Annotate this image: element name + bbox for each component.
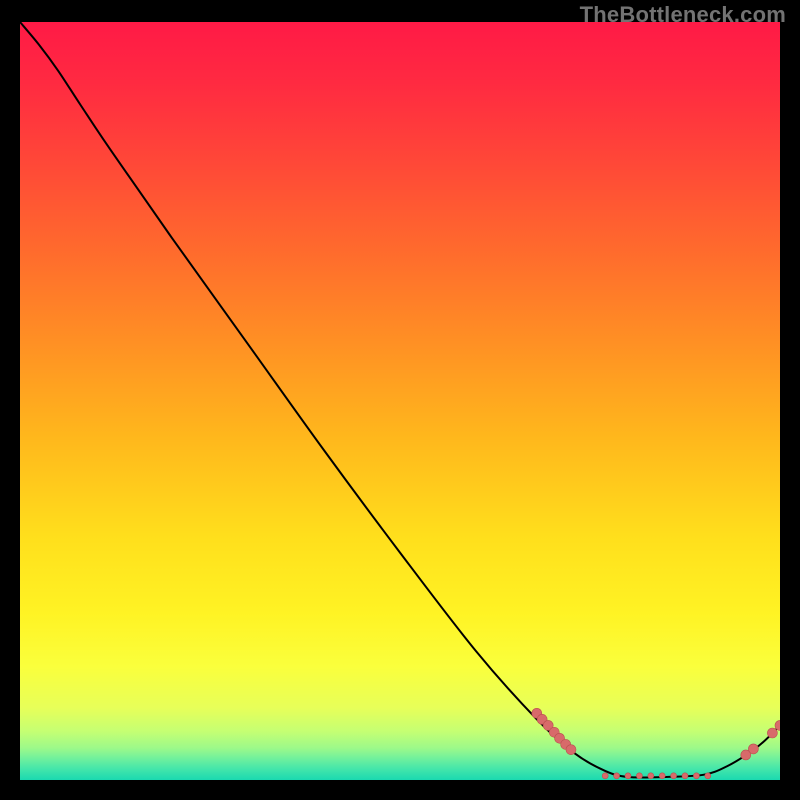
data-point xyxy=(767,728,777,738)
data-point xyxy=(648,773,654,779)
data-point xyxy=(705,773,711,779)
data-point xyxy=(671,773,677,779)
data-point xyxy=(602,773,608,779)
data-point xyxy=(659,773,665,779)
data-point xyxy=(614,773,620,779)
data-point xyxy=(566,745,576,755)
data-point xyxy=(693,773,699,779)
bottleneck-chart xyxy=(20,22,780,780)
chart-frame: TheBottleneck.com xyxy=(0,0,800,800)
data-point xyxy=(748,744,758,754)
data-point xyxy=(636,773,642,779)
data-point xyxy=(682,773,688,779)
data-point xyxy=(625,773,631,779)
